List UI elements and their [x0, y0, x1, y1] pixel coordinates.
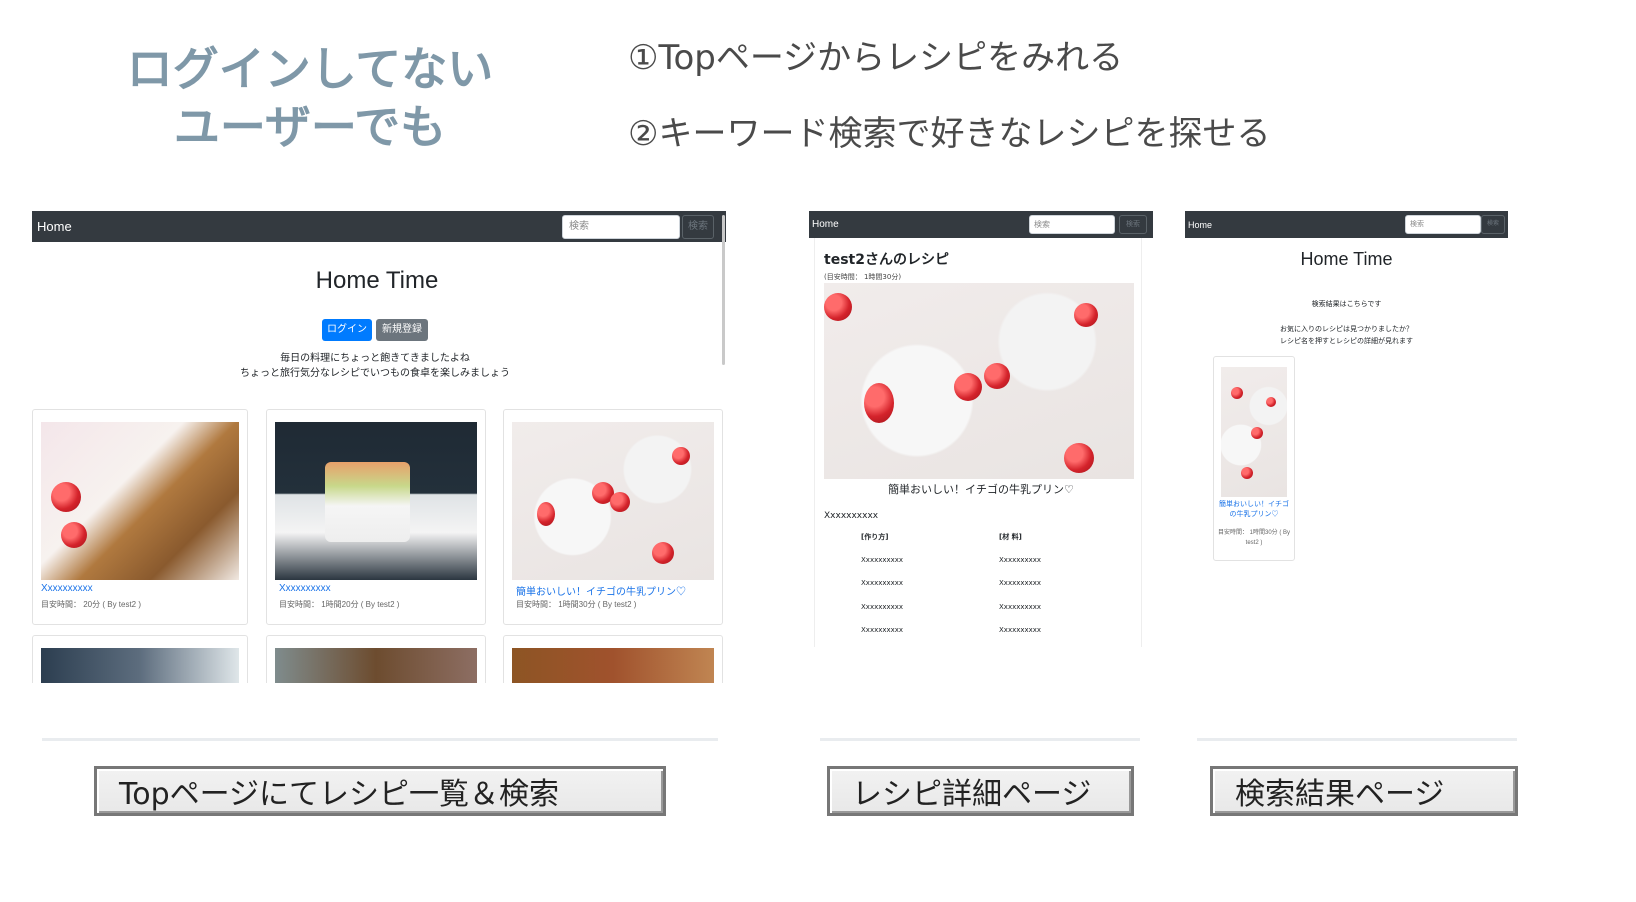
hero-title: ログインしてない ユーザーでも	[80, 40, 540, 156]
nav-home-link[interactable]: Home	[37, 219, 72, 234]
recipe-image[interactable]	[275, 422, 477, 580]
search-input[interactable]: 検索	[1405, 215, 1481, 234]
navbar: Home 検索 検索	[1185, 211, 1508, 238]
label-search-page: 検索結果ページ	[1210, 766, 1518, 816]
recipe-title-link[interactable]: 簡単おいしい！イチゴ の牛乳プリン♡	[1214, 499, 1294, 519]
search-input[interactable]: 検索	[1029, 215, 1115, 234]
recipe-owner-heading: test2さんのレシピ	[824, 252, 949, 268]
recipe-meta-line2: test2 )	[1245, 540, 1263, 546]
recipe-card: 簡単おいしい！イチゴ の牛乳プリン♡ 目安時間： 1時間30分 ( By tes…	[1213, 356, 1295, 561]
recipe-description: Xxxxxxxxxx	[824, 511, 879, 521]
navbar: Home 検索 検索	[32, 211, 726, 242]
recipe-title: 簡単おいしい！イチゴの牛乳プリン♡	[888, 483, 1074, 496]
result-heading: 検索結果はこちらです	[1311, 300, 1382, 308]
site-title: Home Time	[315, 267, 439, 294]
nav-home-link[interactable]: Home	[812, 219, 839, 230]
recipe-title-link[interactable]: Xxxxxxxxxx	[41, 583, 93, 594]
recipe-card	[503, 635, 723, 683]
label-detail-page: レシピ詳細ページ	[827, 766, 1134, 816]
signup-button[interactable]: 新規登録	[376, 319, 428, 341]
steps-header: [作り方]	[861, 533, 889, 541]
step-item: Xxxxxxxxxx	[861, 579, 904, 587]
recipe-image[interactable]	[275, 648, 477, 683]
ingredient-item: Xxxxxxxxxx	[999, 626, 1042, 634]
detail-page-screenshot: Home 検索 検索 test2さんのレシピ (目安時間： 1時間30分) 簡単…	[809, 211, 1153, 647]
feature-point-2: ②キーワード検索で好きなレシピを探せる	[628, 114, 1271, 154]
step-item: Xxxxxxxxxx	[861, 626, 904, 634]
ingredients-header: [材 料]	[999, 533, 1022, 541]
recipe-image[interactable]	[41, 422, 239, 580]
recipe-meta: 目安時間： 1時間30分 ( By test2 )	[516, 600, 637, 609]
recipe-meta: 目安時間： 1時間30分 ( By test2 )	[1214, 527, 1294, 546]
hero-title-line1: ログインしてない	[126, 42, 494, 96]
search-button[interactable]: 検索	[682, 215, 714, 239]
recipe-title-link[interactable]: Xxxxxxxxxx	[279, 583, 331, 594]
recipe-card: 簡単おいしい！イチゴの牛乳プリン♡ 目安時間： 1時間30分 ( By test…	[503, 409, 723, 625]
result-hint-2: レシピ名を押すとレシピの詳細が見れます	[1280, 337, 1413, 345]
intro-text-2: ちょっと旅行気分なレシピでいつもの食卓を楽しみましょう	[240, 368, 510, 379]
recipe-meta: 目安時間： 20分 ( By test2 )	[41, 600, 142, 609]
recipe-meta: 目安時間： 1時間20分 ( By test2 )	[279, 600, 400, 609]
divider	[820, 738, 1140, 741]
intro-text-1: 毎日の料理にちょっと飽きてきましたよね	[280, 353, 470, 364]
step-item: Xxxxxxxxxx	[861, 603, 904, 611]
ingredient-item: Xxxxxxxxxx	[999, 603, 1042, 611]
recipe-image	[824, 283, 1134, 479]
top-page-screenshot: Home 検索 検索 Home Time ログイン 新規登録 毎日の料理にちょっ…	[32, 211, 726, 683]
search-button[interactable]: 検索	[1481, 215, 1505, 234]
recipe-time: (目安時間： 1時間30分)	[824, 273, 902, 281]
recipe-image[interactable]	[512, 648, 714, 683]
search-results-screenshot: Home 検索 検索 Home Time 検索結果はこちらです お気に入りのレシ…	[1185, 211, 1508, 571]
recipe-title-link[interactable]: 簡単おいしい！イチゴの牛乳プリン♡	[516, 583, 686, 598]
feature-point-1: ①Topページからレシピをみれる	[628, 38, 1124, 78]
recipe-card	[266, 635, 486, 683]
navbar: Home 検索 検索	[809, 211, 1153, 238]
search-button[interactable]: 検索	[1119, 215, 1147, 234]
result-hint-1: お気に入りのレシピは見つかりましたか？	[1280, 325, 1413, 333]
recipe-title-line1: 簡単おいしい！イチゴ	[1219, 501, 1289, 508]
hero-title-line2: ユーザーでも	[173, 100, 447, 154]
label-top-page: Topページにてレシピ一覧＆検索	[94, 766, 666, 816]
ingredient-item: Xxxxxxxxxx	[999, 556, 1042, 564]
nav-home-link[interactable]: Home	[1188, 220, 1212, 230]
ingredient-item: Xxxxxxxxxx	[999, 579, 1042, 587]
recipe-image[interactable]	[512, 422, 714, 580]
login-button[interactable]: ログイン	[322, 319, 372, 341]
recipe-image[interactable]	[1221, 367, 1287, 497]
recipe-title-line2: の牛乳プリン♡	[1229, 511, 1279, 518]
recipe-image[interactable]	[41, 648, 239, 683]
recipe-meta-line1: 目安時間： 1時間30分 ( By	[1217, 530, 1290, 536]
site-title: Home Time	[1300, 249, 1393, 269]
search-input[interactable]: 検索	[562, 215, 680, 239]
scrollbar[interactable]	[722, 215, 725, 365]
recipe-card	[32, 635, 248, 683]
recipe-card: Xxxxxxxxxx 目安時間： 20分 ( By test2 )	[32, 409, 248, 625]
divider	[42, 738, 718, 741]
step-item: Xxxxxxxxxx	[861, 556, 904, 564]
divider	[1197, 738, 1517, 741]
recipe-card: Xxxxxxxxxx 目安時間： 1時間20分 ( By test2 )	[266, 409, 486, 625]
